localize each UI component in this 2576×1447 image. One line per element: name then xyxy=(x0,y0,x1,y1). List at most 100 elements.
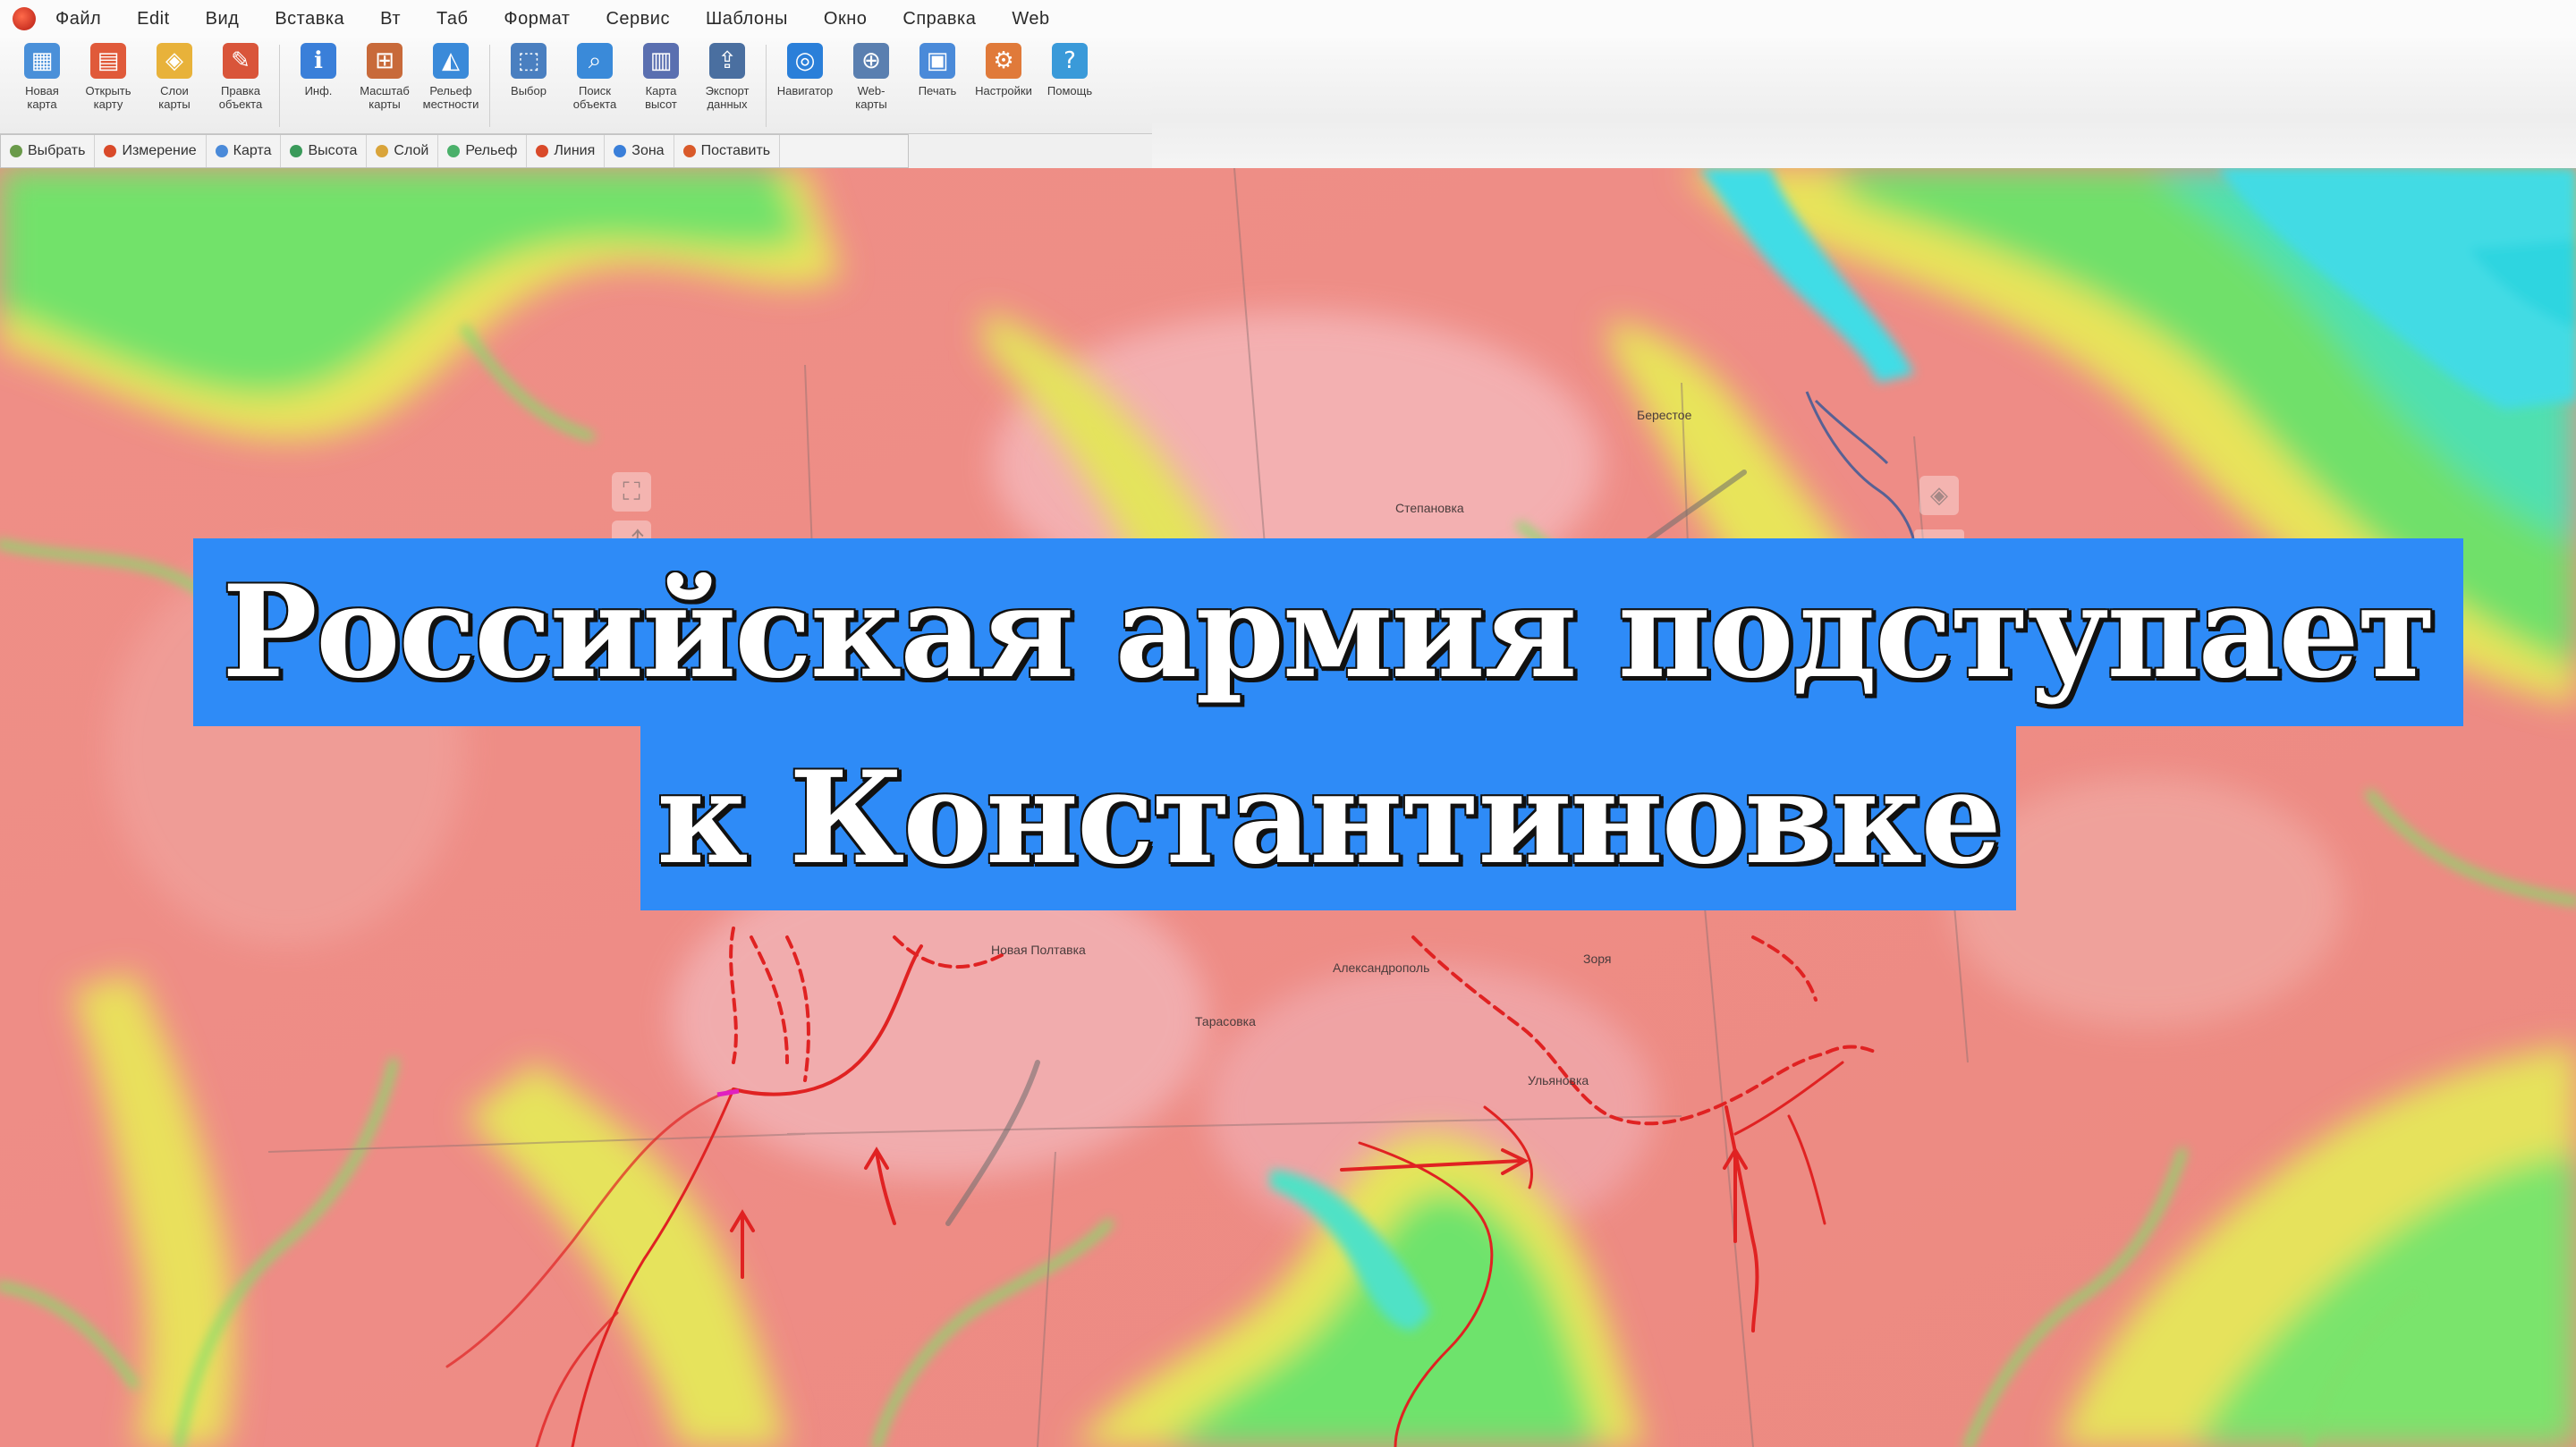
menu-format[interactable]: Формат xyxy=(504,9,570,30)
tool-icon xyxy=(104,145,117,157)
ribbon-button-print[interactable]: ▣ Печать xyxy=(908,43,967,97)
headline-line-1: Российская армия подступает xyxy=(193,538,2463,726)
menu-web[interactable]: Web xyxy=(1012,9,1049,30)
ribbon-button-help[interactable]: ? Помощь xyxy=(1040,43,1099,97)
ribbon-button-map[interactable]: ▦ Новая карта xyxy=(13,43,72,111)
toolbar-item[interactable]: Измерение xyxy=(95,135,207,167)
ribbon-button-web-map[interactable]: ⊕ Web- карты xyxy=(842,43,901,111)
secondary-toolbar: Выбрать Измерение Карта Высота Слой Рельеф Лин… xyxy=(0,134,909,168)
toolbar-item[interactable]: Выбрать xyxy=(1,135,96,167)
print-icon: ▣ xyxy=(919,43,955,79)
export-icon: ⇪ xyxy=(709,43,745,79)
ribbon-button-edit[interactable]: ✎ Правка объекта xyxy=(211,43,270,111)
ribbon-button-label: Открыть карту xyxy=(85,84,131,111)
headline-line-2: к Константиновке xyxy=(640,726,2016,910)
relief-icon: ◭ xyxy=(433,43,469,79)
info-icon: ℹ xyxy=(301,43,336,79)
toolbar-item-label: Линия xyxy=(554,143,596,158)
tool-icon xyxy=(614,145,627,157)
ribbon-button-settings[interactable]: ⚙ Настройки xyxy=(974,43,1033,97)
tool-icon xyxy=(290,145,303,157)
toolbar-item[interactable]: Рельеф xyxy=(438,135,528,167)
ribbon-button-layers[interactable]: ◈ Слои карты xyxy=(145,43,204,111)
toolbar-item-label: Выбрать xyxy=(28,143,86,158)
place-label: Степановка xyxy=(1395,501,1464,515)
ribbon-button-label: Навигатор xyxy=(776,84,834,97)
fullscreen-button[interactable]: ⛶ xyxy=(612,472,651,512)
tool-icon xyxy=(10,145,22,157)
ribbon-button-label: Настройки xyxy=(975,84,1032,97)
ribbon-button-label: Правка объекта xyxy=(218,84,263,111)
settings-icon: ⚙ xyxy=(986,43,1021,79)
tool-icon xyxy=(447,145,461,157)
ribbon-button-relief[interactable]: ◭ Рельеф местности xyxy=(421,43,480,111)
toolbar-item-label: Слой xyxy=(394,143,429,158)
toolbar-item-label: Карта xyxy=(233,143,272,158)
toolbar-item[interactable]: Поставить xyxy=(674,135,781,167)
ribbon-button-export[interactable]: ⇪ Экспорт данных xyxy=(698,43,757,111)
toolbar-item-label: Зона xyxy=(631,143,665,158)
menu-insert[interactable]: Вставка xyxy=(275,9,344,30)
ribbon-button-info[interactable]: ℹ Инф. xyxy=(289,43,348,97)
toolbar-item[interactable]: Карта xyxy=(207,135,282,167)
map-icon: ▦ xyxy=(24,43,60,79)
search-icon: ⌕ xyxy=(577,43,613,79)
layers-icon[interactable]: ◈ xyxy=(1919,476,1959,515)
menu-help[interactable]: Справка xyxy=(902,9,976,30)
ribbon-button-label: Помощь xyxy=(1046,84,1093,97)
ribbon-button-label: Карта высот xyxy=(645,84,677,111)
help-icon: ? xyxy=(1052,43,1088,79)
ribbon-button-label: Web- карты xyxy=(855,84,887,111)
place-label: Тарасовка xyxy=(1195,1014,1256,1028)
place-label: Берестое xyxy=(1637,408,1692,422)
ribbon-toolbar: ▦ Новая карта ▤ Открыть карту ◈ Слои карты ✎ Пр… xyxy=(0,38,1152,134)
toolbar-item-label: Высота xyxy=(308,143,358,158)
ribbon-separator xyxy=(279,45,280,127)
web-map-icon: ⊕ xyxy=(853,43,889,79)
ribbon-empty-area xyxy=(1152,38,2576,172)
ribbon-button-navigator[interactable]: ◎ Навигатор xyxy=(775,43,835,97)
ribbon-button-label: Выбор xyxy=(511,84,547,97)
menu-edit[interactable]: Edit xyxy=(137,9,169,30)
place-label: Александрополь xyxy=(1333,960,1430,975)
tool-icon xyxy=(682,145,696,157)
menu-file[interactable]: Файл xyxy=(55,9,101,30)
navigator-icon: ◎ xyxy=(787,43,823,79)
menu-templates[interactable]: Шаблоны xyxy=(706,9,788,30)
ribbon-button-select[interactable]: ⬚ Выбор xyxy=(499,43,558,97)
menu-bar: Файл Edit Вид Вставка Вт Таб Формат Серв… xyxy=(0,0,2576,38)
ribbon-button-search[interactable]: ⌕ Поиск объекта xyxy=(565,43,624,111)
app-logo-icon[interactable] xyxy=(13,7,36,30)
toolbar-item[interactable]: Зона xyxy=(605,135,674,167)
toolbar-item-label: Измерение xyxy=(122,143,197,158)
menu-view[interactable]: Вид xyxy=(206,9,240,30)
place-label: Ульяновка xyxy=(1528,1073,1589,1087)
ribbon-button-label: Рельеф местности xyxy=(422,84,479,111)
ribbon-button-label: Экспорт данных xyxy=(705,84,750,111)
ribbon-button-label: Инф. xyxy=(304,84,333,97)
ribbon-button-label: Печать xyxy=(918,84,957,97)
menu-service[interactable]: Сервис xyxy=(606,9,670,30)
ribbon-button-label: Масштаб карты xyxy=(360,84,410,111)
toolbar-item-label: Поставить xyxy=(700,143,771,158)
edit-icon: ✎ xyxy=(223,43,258,79)
ribbon-button-heightmap[interactable]: ▥ Карта высот xyxy=(631,43,691,111)
select-icon: ⬚ xyxy=(511,43,547,79)
menu-window[interactable]: Окно xyxy=(824,9,867,30)
ribbon-button-open-folder[interactable]: ▤ Открыть карту xyxy=(79,43,138,111)
ribbon-button-scale[interactable]: ⊞ Масштаб карты xyxy=(355,43,414,111)
layers-icon: ◈ xyxy=(157,43,192,79)
toolbar-item[interactable]: Слой xyxy=(367,135,439,167)
scale-icon: ⊞ xyxy=(367,43,402,79)
menu-vt[interactable]: Вт xyxy=(380,9,401,30)
ribbon-separator xyxy=(489,45,490,127)
ribbon-button-label: Новая карта xyxy=(25,84,59,111)
tool-icon xyxy=(376,145,389,157)
heightmap-icon: ▥ xyxy=(643,43,679,79)
menu-table[interactable]: Таб xyxy=(436,9,468,30)
toolbar-item[interactable]: Высота xyxy=(281,135,368,167)
place-label: Новая Полтавка xyxy=(991,943,1086,957)
toolbar-item[interactable]: Линия xyxy=(527,135,606,167)
ribbon-button-label: Слои карты xyxy=(158,84,191,111)
tool-icon xyxy=(215,145,228,157)
